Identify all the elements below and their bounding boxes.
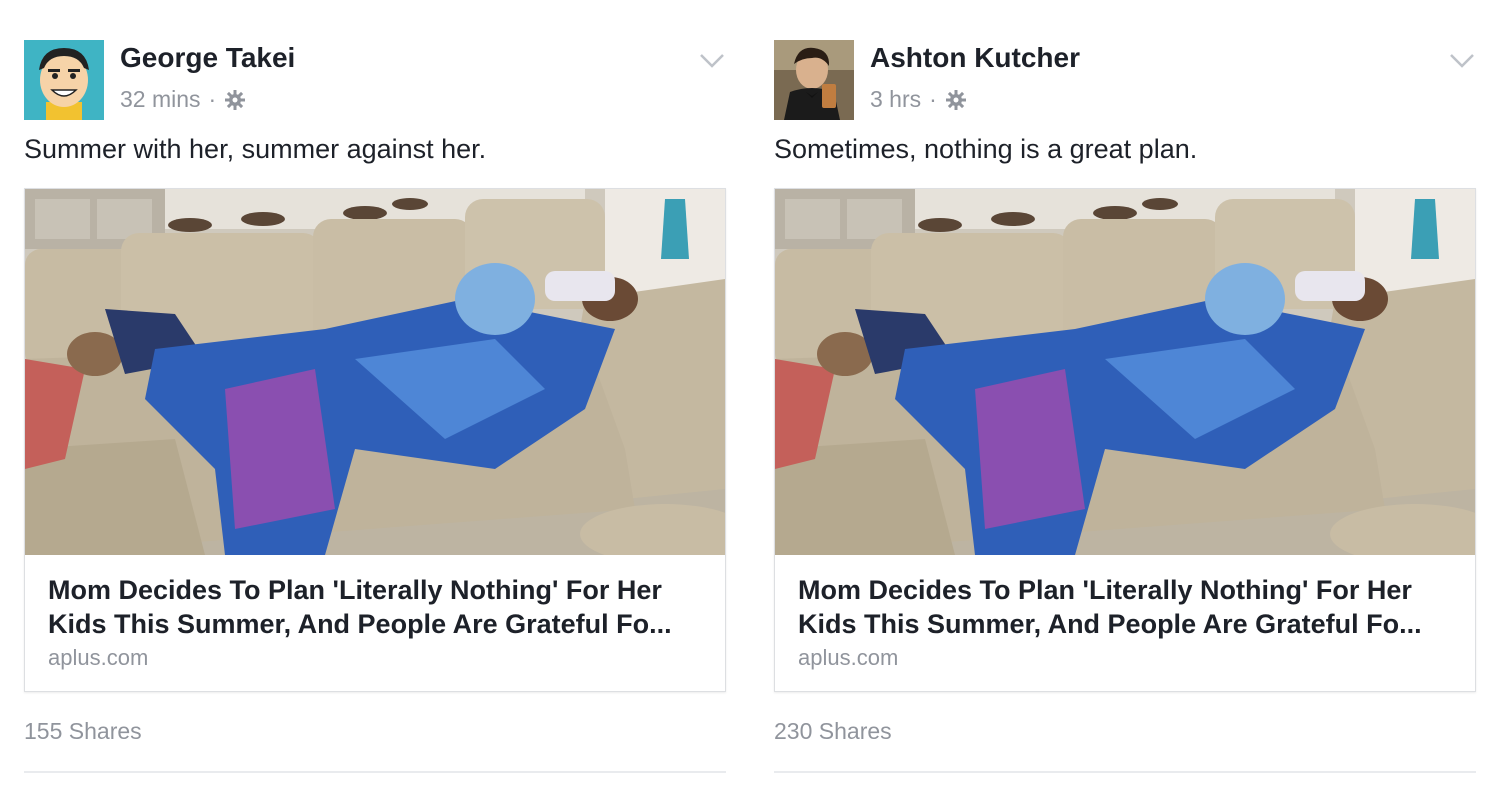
news-feed: George Takei 32 mins · Summer with her, … — [0, 0, 1500, 800]
feed-post: George Takei 32 mins · Summer with her, … — [24, 0, 726, 800]
gear-icon[interactable] — [945, 89, 967, 111]
avatar[interactable] — [24, 40, 104, 120]
chevron-down-icon[interactable] — [698, 46, 726, 74]
post-message: Summer with her, summer against her. — [24, 134, 487, 164]
divider — [24, 771, 726, 773]
link-domain: aplus.com — [48, 645, 149, 670]
chevron-down-icon[interactable] — [1448, 46, 1476, 74]
post-timestamp[interactable]: 3 hrs — [870, 86, 921, 113]
post-meta: 3 hrs · — [870, 86, 967, 113]
avatar[interactable] — [774, 40, 854, 120]
link-preview-card[interactable]: Mom Decides To Plan 'Literally Nothing' … — [774, 188, 1476, 692]
link-preview-card[interactable]: Mom Decides To Plan 'Literally Nothing' … — [24, 188, 726, 692]
post-meta: 32 mins · — [120, 86, 246, 113]
meta-separator: · — [929, 86, 937, 112]
link-preview-image — [775, 189, 1475, 555]
link-preview-image — [25, 189, 725, 555]
post-author[interactable]: Ashton Kutcher — [870, 42, 1080, 74]
gear-icon[interactable] — [224, 89, 246, 111]
link-domain: aplus.com — [798, 645, 899, 670]
post-author[interactable]: George Takei — [120, 42, 295, 74]
divider — [774, 771, 1476, 773]
post-message: Sometimes, nothing is a great plan. — [774, 134, 1198, 164]
share-count[interactable]: 155 Shares — [24, 718, 142, 745]
meta-separator: · — [208, 86, 217, 112]
share-count[interactable]: 230 Shares — [774, 718, 892, 745]
link-headline[interactable]: Mom Decides To Plan 'Literally Nothing' … — [798, 573, 1458, 641]
post-timestamp[interactable]: 32 mins — [120, 86, 201, 113]
feed-post: Ashton Kutcher 3 hrs · Sometimes, nothin… — [774, 0, 1476, 800]
link-headline[interactable]: Mom Decides To Plan 'Literally Nothing' … — [48, 573, 708, 641]
